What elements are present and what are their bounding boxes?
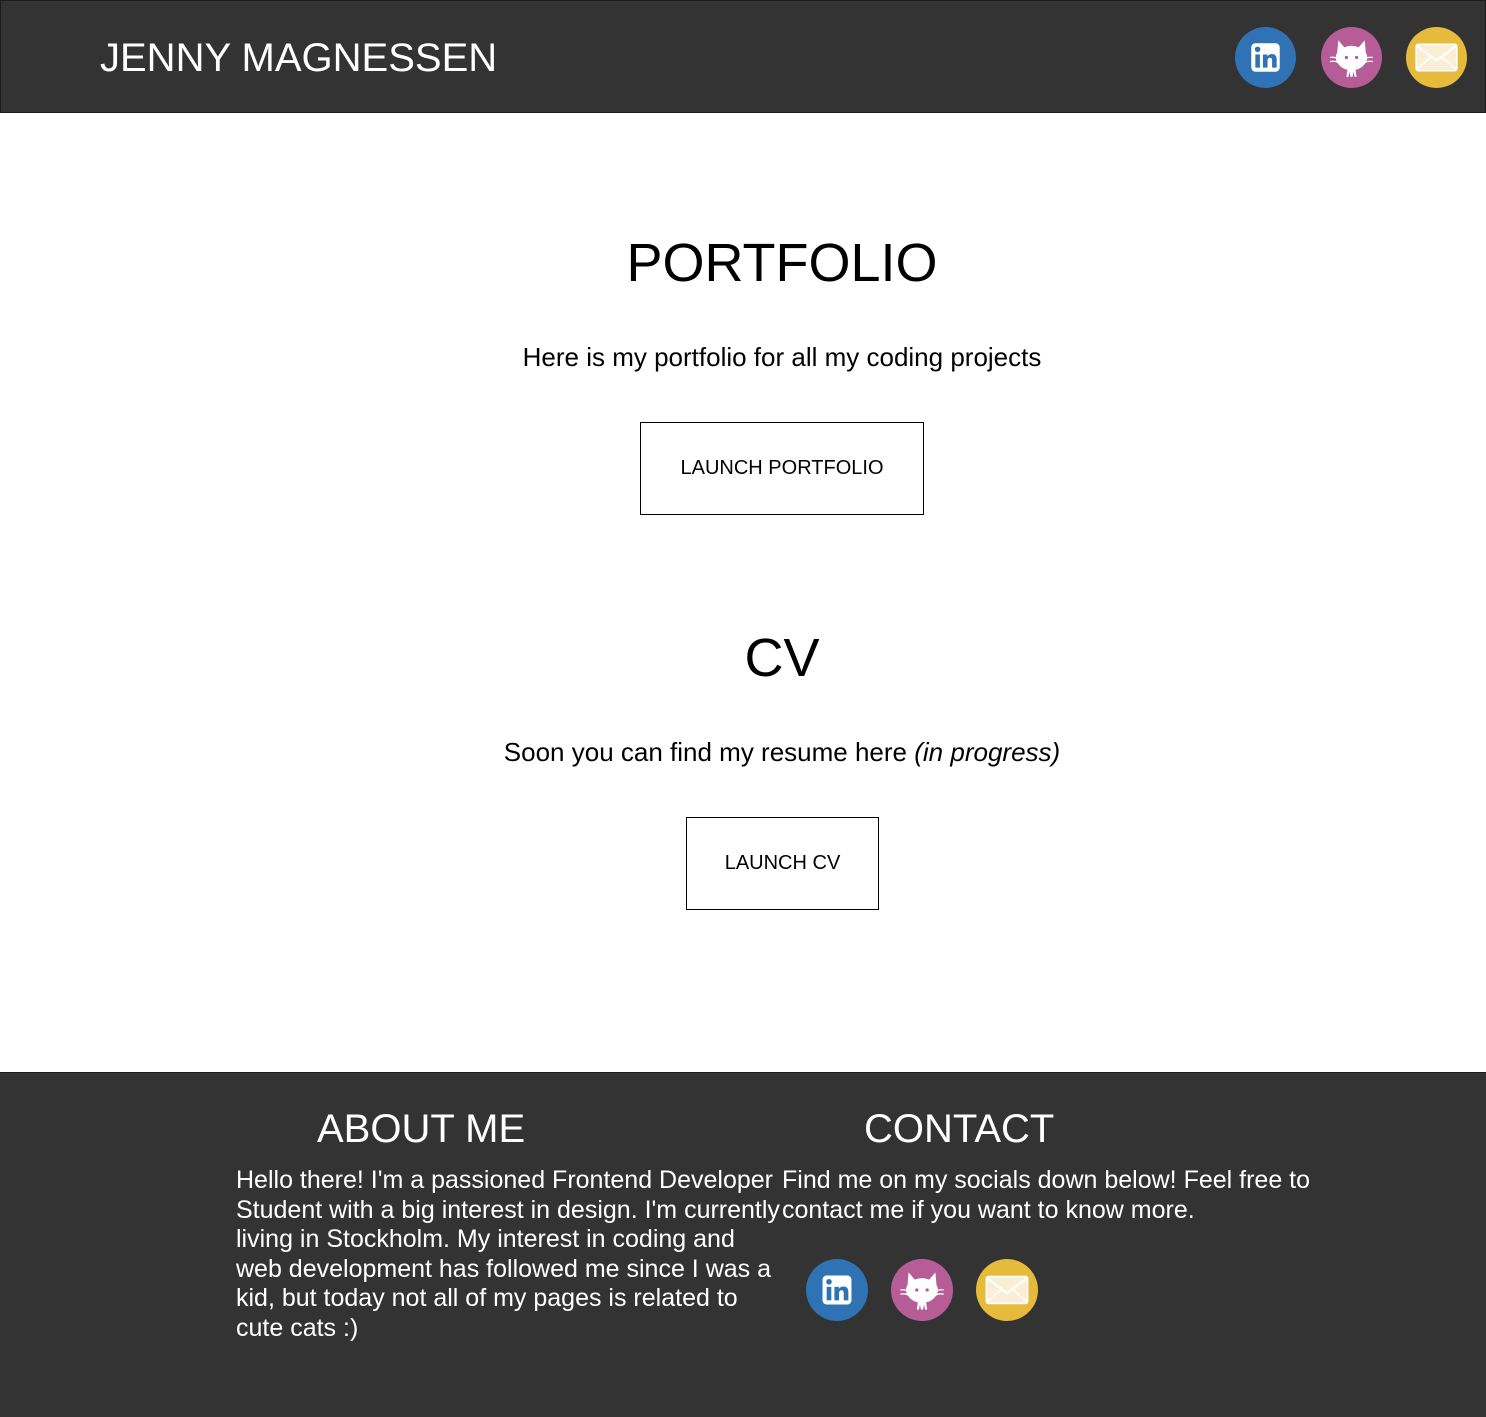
cv-description-text: Soon you can find my resume here (503, 737, 915, 767)
about-me-heading: ABOUT ME (317, 1107, 526, 1151)
cv-description: Soon you can find my resume here (in pro… (0, 736, 1486, 768)
launch-cv-button[interactable]: LAUNCH CV (686, 817, 879, 910)
top-navbar: JENNY MAGNESSEN (0, 0, 1486, 113)
header-email-link[interactable] (1406, 27, 1467, 88)
portfolio-heading: PORTFOLIO (626, 233, 938, 293)
footer-email-link[interactable] (976, 1259, 1038, 1321)
site-brand-name[interactable]: JENNY MAGNESSEN (100, 35, 497, 81)
contact-text: Find me on my socials down below! Feel f… (782, 1166, 1311, 1224)
header-github-link[interactable] (1321, 27, 1382, 88)
portfolio-description: Here is my portfolio for all my coding p… (522, 342, 1042, 372)
github-cat-icon (891, 1259, 953, 1321)
envelope-icon (1406, 27, 1467, 88)
footer-github-link[interactable] (891, 1259, 953, 1321)
cv-heading: CV (744, 628, 820, 688)
cv-in-progress-note: (in progress) (914, 737, 1061, 767)
linkedin-icon (1235, 27, 1296, 88)
footer: ABOUT ME Hello there! I'm a passioned Fr… (0, 1072, 1486, 1417)
linkedin-icon (806, 1259, 868, 1321)
envelope-icon (976, 1259, 1038, 1321)
header-linkedin-link[interactable] (1235, 27, 1296, 88)
github-cat-icon (1321, 27, 1382, 88)
launch-portfolio-button[interactable]: LAUNCH PORTFOLIO (640, 422, 924, 515)
about-me-text: Hello there! I'm a passioned Frontend De… (236, 1166, 780, 1342)
footer-linkedin-link[interactable] (806, 1259, 868, 1321)
contact-heading: CONTACT (864, 1107, 1055, 1151)
